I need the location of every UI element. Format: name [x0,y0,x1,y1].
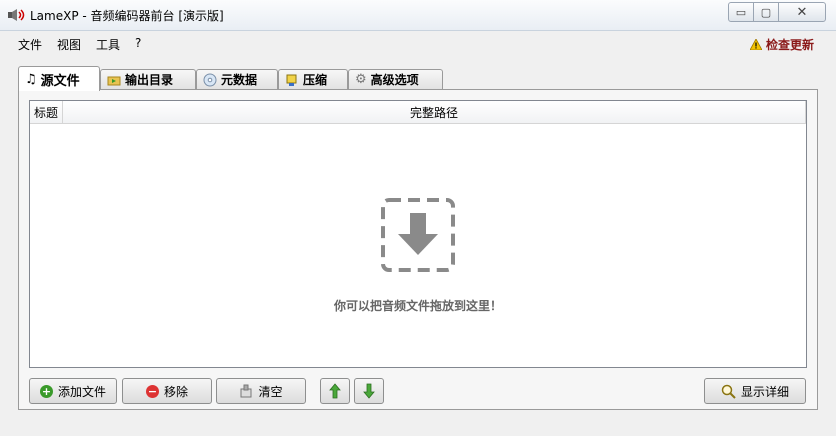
show-details-button[interactable]: 显示详细 [704,378,806,404]
title-bar: LameXP - 音频编码器前台 [演示版] ▭ ▢ ✕ [0,0,836,31]
warning-icon [749,39,762,50]
maximize-icon: ▢ [760,5,772,19]
check-update-link[interactable]: 检查更新 [749,36,814,53]
tab-label: 源文件 [40,73,80,89]
tab-metadata[interactable]: 元数据 [196,69,278,89]
show-details-label: 显示详细 [740,384,789,399]
remove-icon: − [145,384,159,398]
add-files-button[interactable]: + 添加文件 [29,378,117,404]
speaker-icon [8,9,25,21]
window-title: LameXP - 音频编码器前台 [演示版] [30,9,224,23]
file-list[interactable]: 标题 完整路径 你可以把音频文件拖放到这里！ [29,100,807,368]
minimize-button[interactable]: ▭ [728,2,754,22]
move-up-button[interactable] [320,378,350,404]
tab-source-files[interactable]: ♫ 源文件 [18,66,100,91]
move-down-button[interactable] [354,378,384,404]
arrow-down-icon [363,383,375,399]
tab-output-directory[interactable]: 输出目录 [100,69,196,89]
close-icon: ✕ [796,4,808,20]
menu-tools[interactable]: 工具 [96,36,120,53]
tab-label: 输出目录 [125,73,174,87]
add-icon: + [39,384,53,398]
vise-icon [286,74,297,86]
column-header-full-path[interactable]: 完整路径 [63,101,806,124]
tab-label: 压缩 [303,73,328,87]
check-update-label: 检查更新 [765,38,814,52]
clear-label: 清空 [258,384,283,399]
cd-icon [203,73,217,86]
menu-file[interactable]: 文件 [18,36,42,53]
tab-label: 高级选项 [370,73,419,87]
add-files-label: 添加文件 [57,384,106,399]
menu-help[interactable]: ? [135,36,141,50]
remove-label: 移除 [163,384,188,399]
minimize-icon: ▭ [735,5,747,19]
menu-view[interactable]: 视图 [57,36,81,53]
menu-bar: 文件 视图 工具 ? 检查更新 [0,31,836,55]
broom-icon [240,384,252,398]
close-button[interactable]: ✕ [778,2,826,22]
drop-hint: 你可以把音频文件拖放到这里！ [333,299,502,313]
maximize-button[interactable]: ▢ [753,2,779,22]
tab-label: 元数据 [221,73,258,87]
drop-target-icon [381,198,455,272]
clear-button[interactable]: 清空 [216,378,306,404]
folder-arrow-icon [107,76,121,85]
music-note-icon: ♫ [25,71,37,87]
remove-button[interactable]: − 移除 [122,378,212,404]
arrow-up-icon [329,383,341,399]
tab-compression[interactable]: 压缩 [278,69,348,89]
gear-icon: ⚙ [355,72,367,87]
tab-advanced-options[interactable]: ⚙ 高级选项 [348,69,443,89]
tab-panel: 标题 完整路径 你可以把音频文件拖放到这里！ + 添加文件 − 移除 清空 显示… [18,89,818,410]
magnifier-icon [721,384,736,399]
column-header-title[interactable]: 标题 [30,101,63,124]
